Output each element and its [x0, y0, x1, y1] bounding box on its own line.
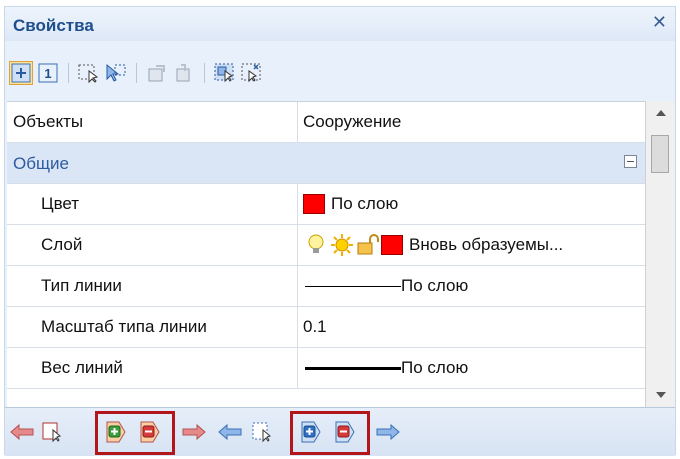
- panel-title: Свойства: [13, 16, 94, 35]
- property-value[interactable]: По слою: [299, 348, 645, 388]
- properties-panel: Свойства ✕ 1 Объекты Сооружение Общие Цв…: [4, 6, 676, 456]
- properties-toolbar: 1: [9, 59, 675, 87]
- copy-properties-icon[interactable]: [145, 61, 169, 85]
- lightbulb-icon: [303, 233, 329, 257]
- unlock-icon: [355, 233, 381, 257]
- objects-row[interactable]: Объекты Сооружение: [7, 102, 645, 143]
- group-header-general[interactable]: Общие: [7, 143, 645, 184]
- toolbar-separator: [204, 63, 205, 83]
- scrollbar-thumb[interactable]: [651, 135, 669, 173]
- alphabetical-icon[interactable]: 1: [36, 61, 60, 85]
- property-value[interactable]: По слою: [299, 184, 645, 224]
- property-value[interactable]: Вновь образуемы...: [299, 225, 645, 265]
- forward-arrow-icon[interactable]: [181, 420, 207, 444]
- property-name: Объекты: [7, 102, 298, 142]
- close-icon[interactable]: ✕: [652, 13, 667, 31]
- lineweight-preview: [305, 366, 401, 370]
- property-value[interactable]: По слою: [299, 266, 645, 306]
- back-arrow-icon[interactable]: [217, 420, 243, 444]
- property-name: Слой: [7, 225, 298, 265]
- selection-toolbar: [5, 407, 675, 456]
- color-swatch: [303, 194, 325, 214]
- paste-properties-icon[interactable]: [172, 61, 196, 85]
- property-name: Масштаб типа линии: [7, 307, 298, 347]
- back-arrow-icon[interactable]: [9, 420, 35, 444]
- linetype-preview: [305, 285, 401, 287]
- remove-from-selection-icon[interactable]: [136, 420, 162, 444]
- group-title: Общие: [13, 154, 69, 173]
- add-to-set-icon[interactable]: [297, 420, 323, 444]
- property-name: Тип линии: [7, 266, 298, 306]
- lineweight-value: По слою: [401, 358, 469, 377]
- toolbar-separator: [68, 63, 69, 83]
- filter-icon[interactable]: [249, 420, 275, 444]
- layer-value: Вновь образуемы...: [409, 235, 564, 254]
- quick-select-icon[interactable]: [104, 61, 128, 85]
- vertical-scrollbar[interactable]: [645, 101, 675, 407]
- deselect-icon[interactable]: [240, 61, 264, 85]
- color-value: По слою: [331, 194, 399, 213]
- toolbar-separator: [136, 63, 137, 83]
- property-name: Вес линий: [7, 348, 298, 388]
- filter-icon[interactable]: [39, 420, 65, 444]
- property-row-linetype[interactable]: Тип линии По слою: [7, 266, 645, 307]
- categorized-icon[interactable]: [9, 61, 33, 85]
- scroll-up-icon[interactable]: [646, 101, 675, 125]
- remove-from-set-icon[interactable]: [331, 420, 357, 444]
- add-to-selection-icon[interactable]: [102, 420, 128, 444]
- property-grid: Объекты Сооружение Общие Цвет По слою Сл…: [7, 101, 645, 408]
- property-value[interactable]: Сооружение: [299, 102, 645, 142]
- property-row-linetype-scale[interactable]: Масштаб типа линии 0.1: [7, 307, 645, 348]
- select-objects-icon[interactable]: [77, 61, 101, 85]
- layer-color-swatch: [381, 235, 403, 255]
- property-row-color[interactable]: Цвет По слою: [7, 184, 645, 225]
- property-name: Цвет: [7, 184, 298, 224]
- sun-icon: [329, 233, 355, 257]
- property-value[interactable]: 0.1: [299, 307, 645, 347]
- forward-arrow-icon[interactable]: [375, 420, 401, 444]
- panel-titlebar: Свойства ✕: [5, 7, 675, 41]
- collapse-icon[interactable]: [624, 155, 637, 168]
- scroll-down-icon[interactable]: [646, 383, 675, 407]
- alphabetical-label: 1: [44, 66, 51, 81]
- linetype-value: По слою: [401, 276, 469, 295]
- select-all-icon[interactable]: [213, 61, 237, 85]
- property-row-layer[interactable]: Слой Вновь образуемы...: [7, 225, 645, 266]
- property-row-lineweight[interactable]: Вес линий По слою: [7, 348, 645, 389]
